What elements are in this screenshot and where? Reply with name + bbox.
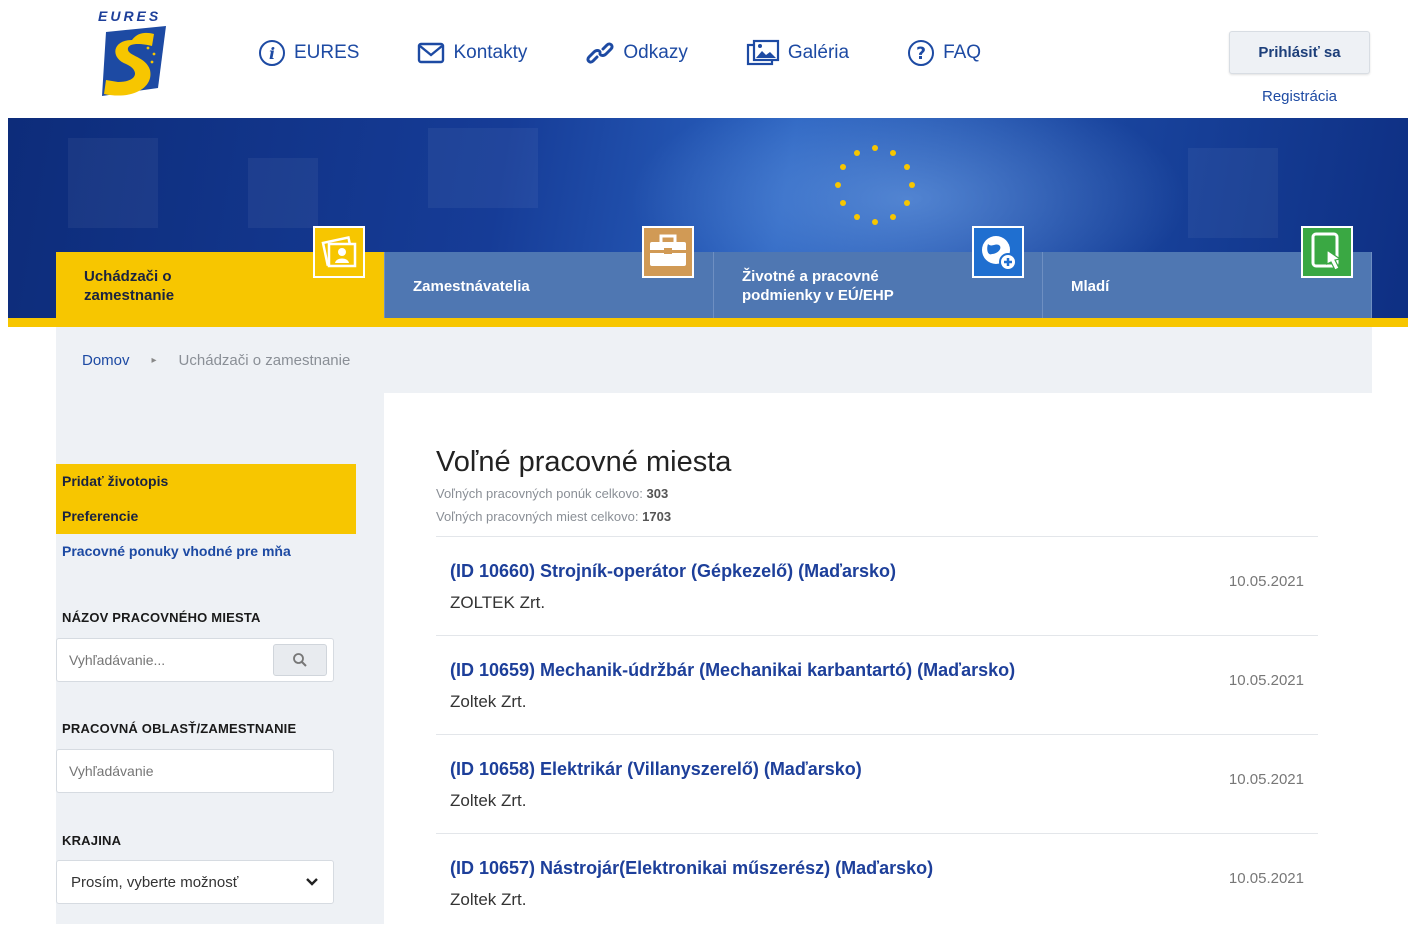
nav-kontakty[interactable]: Kontakty — [417, 42, 527, 64]
job-company: Zoltek Zrt. — [450, 890, 527, 909]
job-company: Zoltek Zrt. — [450, 791, 527, 810]
offers-total-count: 303 — [646, 486, 669, 501]
breadcrumb-home[interactable]: Domov — [82, 352, 130, 369]
eures-logo[interactable]: EURES — [92, 8, 172, 100]
info-icon: i — [259, 40, 285, 66]
tab-job-seekers-label: Uchádzači o zamestnanie — [84, 268, 175, 304]
offers-total-label: Voľných pracovných ponúk celkovo: — [436, 486, 643, 501]
job-list-item: (ID 10659) Mechanik-údržbár (Mechanikai … — [436, 635, 1318, 734]
job-title-search-input[interactable] — [57, 639, 267, 681]
job-list-item: (ID 10657) Nástrojár(Elektronikai műszer… — [436, 833, 1318, 932]
breadcrumb-separator-icon: ▸ — [151, 354, 157, 366]
country-filter-label: KRAJINA — [62, 833, 122, 848]
work-area-search-input[interactable] — [57, 750, 267, 792]
nav-eures[interactable]: i EURES — [258, 39, 359, 67]
sidebar-add-cv[interactable]: Pridať životopis — [62, 473, 168, 489]
logo-text: EURES — [98, 8, 162, 24]
question-icon: ? — [908, 40, 935, 66]
touch-device-icon — [1301, 226, 1353, 278]
country-select[interactable]: Prosím, vyberte možnosť — [56, 860, 334, 904]
svg-text:i: i — [269, 44, 275, 63]
breadcrumb: Domov ▸ Uchádzači o zamestnanie — [56, 327, 1372, 393]
job-date: 10.05.2021 — [1228, 771, 1304, 788]
job-title-link[interactable]: (ID 10658) Elektrikár (Villanyszerelő) (… — [450, 759, 862, 780]
job-title-link[interactable]: (ID 10660) Strojník-operátor (Gépkezelő)… — [450, 561, 896, 582]
job-date: 10.05.2021 — [1228, 672, 1304, 689]
tab-employers-label: Zamestnávatelia — [413, 277, 530, 295]
banner-divider — [8, 318, 1408, 327]
work-area-search — [56, 749, 334, 793]
offers-total: Voľných pracovných ponúk celkovo: 303 — [436, 486, 668, 501]
job-date: 10.05.2021 — [1228, 870, 1304, 887]
eures-logo-icon — [102, 26, 166, 96]
job-list-item: (ID 10658) Elektrikár (Villanyszerelő) (… — [436, 734, 1318, 833]
eu-stars-icon — [835, 145, 915, 225]
nav-odkazy[interactable]: Odkazy — [585, 39, 688, 67]
briefcase-icon — [642, 226, 694, 278]
globe-icon — [972, 226, 1024, 278]
banner-tile — [1188, 148, 1278, 238]
link-icon — [586, 42, 614, 64]
search-icon — [293, 653, 307, 667]
nav-galeria[interactable]: Galéria — [746, 39, 849, 67]
job-title-link[interactable]: (ID 10659) Mechanik-údržbár (Mechanikai … — [450, 660, 1015, 681]
svg-text:?: ? — [916, 44, 926, 64]
page-title: Voľné pracovné miesta — [436, 446, 732, 478]
positions-total: Voľných pracovných miest celkovo: 1703 — [436, 509, 671, 524]
work-area-filter-label: PRACOVNÁ OBLASŤ/ZAMESTNANIE — [62, 721, 297, 736]
tab-living-working-label: Životné a pracovné podmienky v EÚ/EHP — [742, 268, 894, 304]
envelope-icon — [418, 42, 445, 64]
job-company: ZOLTEK Zrt. — [450, 593, 546, 612]
nav-kontakty-label: Kontakty — [453, 42, 528, 63]
job-title-search — [56, 638, 334, 682]
tab-youth-label: Mladí — [1071, 277, 1110, 295]
chevron-down-icon — [306, 878, 318, 886]
positions-total-label: Voľných pracovných miest celkovo: — [436, 509, 639, 524]
breadcrumb-current: Uchádzači o zamestnanie — [178, 351, 351, 369]
job-title-filter-label: NÁZOV PRACOVNÉHO MIESTA — [62, 610, 261, 625]
top-navigation: i EURES Kontakty Odkazy Galéria ? FAQ — [258, 38, 1039, 68]
banner-tile — [248, 158, 318, 228]
nav-galeria-label: Galéria — [787, 42, 850, 63]
job-date: 10.05.2021 — [1228, 573, 1304, 590]
register-link[interactable]: Registrácia — [1229, 88, 1370, 105]
job-seeker-icon — [313, 226, 365, 278]
nav-faq[interactable]: ? FAQ — [907, 39, 981, 67]
sidebar-matching-offers[interactable]: Pracovné ponuky vhodné pre mňa — [62, 543, 291, 559]
login-button[interactable]: Prihlásiť sa — [1229, 31, 1370, 74]
country-select-value: Prosím, vyberte možnosť — [71, 873, 239, 891]
nav-odkazy-label: Odkazy — [623, 42, 688, 63]
search-button[interactable] — [273, 644, 327, 676]
job-company: Zoltek Zrt. — [450, 692, 527, 711]
job-title-link[interactable]: (ID 10657) Nástrojár(Elektronikai műszer… — [450, 858, 933, 879]
positions-total-count: 1703 — [642, 509, 672, 524]
banner-tile — [68, 138, 158, 228]
nav-faq-label: FAQ — [943, 42, 982, 63]
top-bar: EURES i EURES Kontakty Odkazy Galéria ? … — [0, 0, 1408, 118]
gallery-icon — [746, 39, 779, 66]
nav-eures-label: EURES — [294, 42, 360, 63]
banner-tile — [428, 128, 538, 208]
sidebar-preferences[interactable]: Preferencie — [62, 508, 138, 524]
job-list-item: (ID 10660) Strojník-operátor (Gépkezelő)… — [436, 536, 1318, 635]
